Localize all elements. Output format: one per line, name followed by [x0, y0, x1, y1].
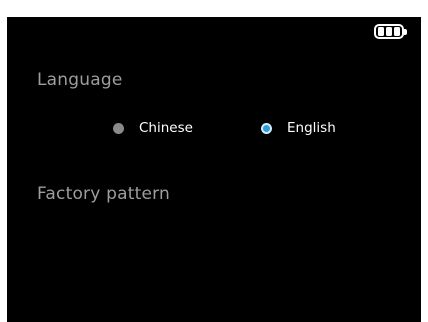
- device-screen: Language Chinese English Factory pattern: [7, 17, 421, 322]
- language-option-english[interactable]: English: [261, 120, 336, 136]
- language-option-label: Chinese: [139, 120, 193, 136]
- language-section-title: Language: [37, 70, 123, 90]
- battery-full-icon: [374, 24, 407, 39]
- battery-cell: [394, 27, 400, 36]
- factory-pattern-item[interactable]: Factory pattern: [37, 184, 170, 204]
- radio-unselected-icon[interactable]: [113, 122, 124, 134]
- radio-selected-icon[interactable]: [261, 122, 272, 134]
- battery-cell: [378, 27, 384, 36]
- battery-tip: [404, 29, 407, 35]
- language-option-label: English: [287, 120, 336, 136]
- language-option-chinese[interactable]: Chinese: [113, 120, 193, 136]
- battery-cell: [386, 27, 392, 36]
